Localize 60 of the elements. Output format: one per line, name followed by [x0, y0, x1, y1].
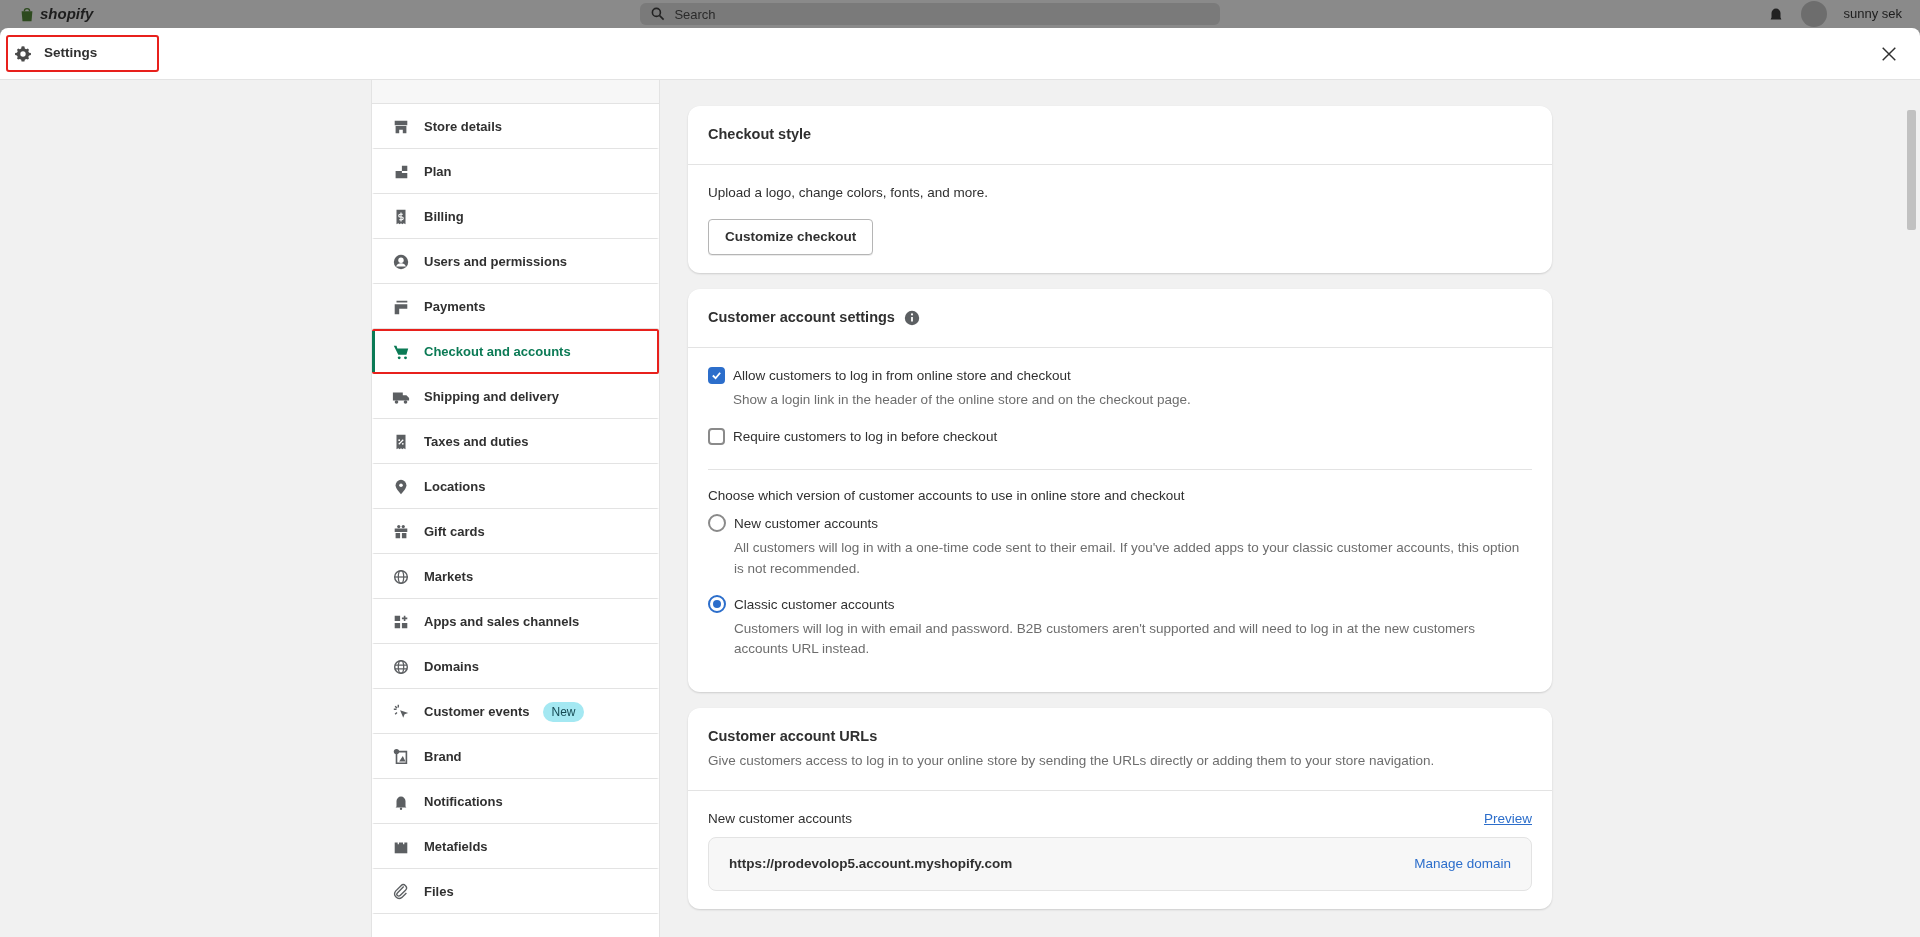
sidebar-item[interactable]: Taxes and duties	[372, 419, 659, 464]
sidebar-item[interactable]: Gift cards	[372, 509, 659, 554]
globe-icon	[392, 658, 410, 676]
card-icon	[392, 298, 410, 316]
sidebar-item[interactable]: Shipping and delivery	[372, 374, 659, 419]
search-icon	[650, 6, 667, 22]
card-title: Customer account settings	[708, 308, 895, 328]
help-text: Customers will log in with email and password. B2B customers aren't supported and will need to log in at the new customers accounts URL instead.	[734, 620, 1476, 659]
apps-icon	[392, 613, 410, 631]
checkbox[interactable]	[708, 427, 725, 445]
checkbox-label: Require customers to log in before checkout	[733, 427, 998, 446]
sidebar-item[interactable]: Domains	[372, 644, 659, 689]
scrollbar-thumb[interactable]	[1907, 110, 1916, 230]
sidebar-item[interactable]: Users and permissions	[372, 239, 659, 284]
card-description: Upload a logo, change colors, fonts, and more.	[708, 183, 989, 202]
sidebar-item[interactable]: Files	[372, 869, 659, 914]
manage-domain-link[interactable]: Manage domain	[1414, 853, 1511, 874]
help-text: All customers will log in with a one-time code sent to their email. If you've added apps to your classic customer accounts, this option is not recommended.	[734, 539, 1521, 578]
customize-checkout-button[interactable]: Customize checkout	[708, 219, 874, 256]
info-icon	[902, 309, 921, 328]
sidebar-item[interactable]: Store details	[372, 104, 659, 149]
search-field[interactable]: Search	[640, 3, 1221, 25]
logo-text: shopify	[40, 3, 94, 24]
url-text: https://prodevolop5.account.myshopify.com	[729, 854, 1013, 873]
sidebar-item[interactable]: Checkout and accounts	[372, 329, 659, 374]
close-icon	[1880, 45, 1898, 64]
gift-icon	[392, 523, 410, 541]
check-icon	[711, 370, 722, 381]
store-icon	[392, 118, 410, 136]
sidebar-item[interactable]: Apps and sales channels	[372, 599, 659, 644]
question-text: Choose which version of customer accounts to use in online store and checkout	[708, 486, 1186, 505]
sidebar-item[interactable]: Markets	[372, 554, 659, 599]
sidebar-item[interactable]: Plan	[372, 149, 659, 194]
radio-button[interactable]	[708, 594, 726, 613]
paperclip-icon	[392, 883, 410, 901]
new-badge: New	[543, 702, 584, 722]
globe-icon	[392, 568, 410, 586]
radio-button[interactable]	[708, 514, 726, 532]
image-icon	[392, 748, 410, 766]
sidebar-item[interactable]: Billing	[372, 194, 659, 239]
sidebar-item[interactable]: Locations	[372, 464, 659, 509]
checkbox[interactable]	[708, 367, 725, 384]
sidebar-item[interactable]: Notifications	[372, 779, 659, 824]
user-name: sunny sek	[1843, 5, 1902, 24]
card-title: Checkout style	[708, 125, 813, 144]
sidebar-item[interactable]: Metafields	[372, 824, 659, 869]
section-label: New customer accounts	[708, 809, 853, 828]
modal-title: Settings	[44, 44, 98, 63]
radio-label: Classic customer accounts	[734, 595, 896, 614]
card-title: Customer account URLs	[708, 726, 879, 746]
sidebar-item[interactable]: Brand	[372, 734, 659, 779]
sidebar-item[interactable]: Customer events New	[372, 689, 659, 734]
sidebar-item[interactable]: Payments	[372, 284, 659, 329]
checkbox-label: Allow customers to log in from online store and checkout	[733, 367, 1072, 385]
person-icon	[392, 253, 410, 271]
radio-label: New customer accounts	[734, 515, 880, 533]
preview-link[interactable]: Preview	[1484, 808, 1532, 829]
settings-icon	[14, 44, 32, 63]
card-description: Give customers access to log in to your online store by sending the URLs directly or adding them to your store navigation.	[708, 752, 1436, 771]
help-text: Show a login link in the header of the online store and on the checkout page.	[733, 391, 1191, 410]
